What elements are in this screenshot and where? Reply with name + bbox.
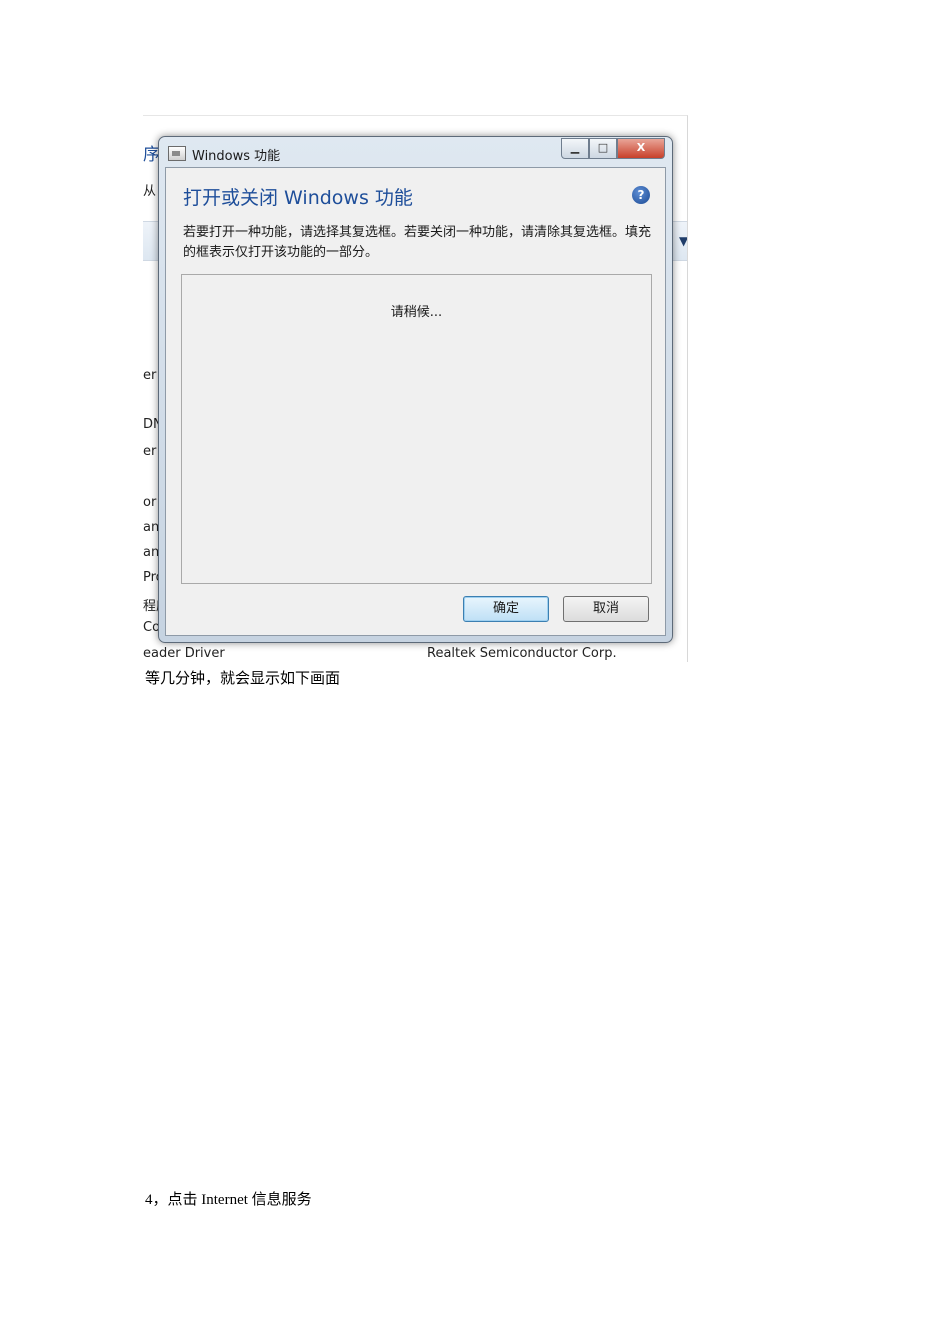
background-fragment: or <box>143 495 157 510</box>
maximize-button[interactable]: □ <box>589 138 617 159</box>
dialog-content: 打开或关闭 Windows 功能 ? 若要打开一种功能，请选择其复选框。若要关闭… <box>165 167 666 636</box>
help-icon[interactable]: ? <box>632 186 650 204</box>
dialog-heading: 打开或关闭 Windows 功能 <box>183 187 413 209</box>
dialog-description: 若要打开一种功能，请选择其复选框。若要关闭一种功能，请清除其复选框。填充的框表示… <box>183 225 652 260</box>
background-driver-name: eader Driver <box>143 646 225 661</box>
windows-features-dialog: Windows 功能 ▁ □ X 打开或关闭 Windows 功能 ? 若要打开… <box>158 136 673 643</box>
dialog-titlebar[interactable]: Windows 功能 ▁ □ X <box>159 137 672 167</box>
close-button[interactable]: X <box>617 138 665 159</box>
window-app-icon <box>168 146 186 161</box>
ok-button[interactable]: 确定 <box>463 596 549 622</box>
window-controls: ▁ □ X <box>561 138 665 159</box>
background-fragment: er <box>143 368 157 383</box>
background-fragment: an <box>143 545 160 560</box>
embedded-screenshot: ▼ 序 从 er DN er or an an Pro 程序 Co eader … <box>143 115 688 662</box>
minimize-button[interactable]: ▁ <box>561 138 589 159</box>
document-caption: 等几分钟，就会显示如下画面 <box>145 671 341 687</box>
features-list[interactable]: 请稍候... <box>181 274 652 584</box>
dialog-title: Windows 功能 <box>192 149 281 164</box>
background-dropdown-arrow-icon: ▼ <box>679 234 688 248</box>
background-publisher: Realtek Semiconductor Corp. <box>427 646 617 661</box>
background-fragment: 从 <box>143 184 157 199</box>
loading-text: 请稍候... <box>390 305 443 320</box>
background-fragment: er <box>143 444 157 459</box>
document-step-text: 4，点击 Internet 信息服务 <box>145 1192 312 1208</box>
background-fragment: an <box>143 520 160 535</box>
cancel-button[interactable]: 取消 <box>563 596 649 622</box>
